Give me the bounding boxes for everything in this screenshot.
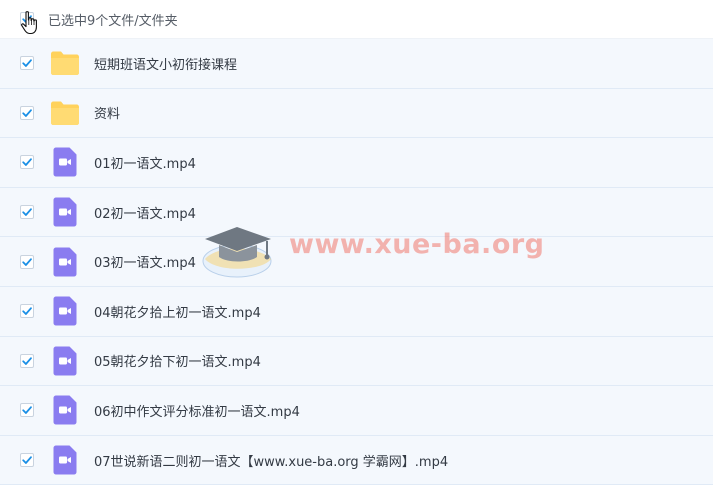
file-checkbox[interactable] bbox=[20, 403, 34, 418]
file-checkbox[interactable] bbox=[20, 254, 34, 269]
checkmark-icon bbox=[22, 456, 32, 464]
file-checkbox[interactable] bbox=[20, 453, 34, 468]
file-name[interactable]: 06初中作文评分标准初一语文.mp4 bbox=[94, 401, 300, 420]
video-file-icon[interactable] bbox=[49, 444, 81, 476]
video-file-icon[interactable] bbox=[49, 196, 81, 228]
file-checkbox[interactable] bbox=[20, 155, 34, 170]
checkmark-icon bbox=[22, 59, 32, 68]
selection-count-label: 已选中9个文件/文件夹 bbox=[48, 13, 178, 29]
file-checkbox[interactable] bbox=[20, 304, 34, 319]
file-name[interactable]: 资料 bbox=[94, 103, 120, 122]
checkmark-icon bbox=[22, 257, 32, 266]
file-row[interactable]: 06初中作文评分标准初一语文.mp4 bbox=[0, 386, 713, 436]
file-name[interactable]: 01初一语文.mp4 bbox=[94, 153, 196, 172]
file-name[interactable]: 02初一语文.mp4 bbox=[94, 203, 196, 222]
checkmark-icon bbox=[22, 406, 32, 415]
folder-icon[interactable] bbox=[49, 47, 81, 79]
file-row[interactable]: 04朝花夕拾上初一语文.mp4 bbox=[0, 286, 713, 337]
checkmark-icon bbox=[22, 158, 32, 167]
file-row[interactable]: 短期班语文小初衔接课程 bbox=[0, 39, 713, 89]
file-checkbox[interactable] bbox=[20, 353, 34, 368]
video-file-icon[interactable] bbox=[49, 394, 81, 426]
file-row[interactable]: 资料 bbox=[0, 88, 713, 139]
file-name[interactable]: 短期班语文小初衔接课程 bbox=[94, 54, 237, 73]
file-name[interactable]: 05朝花夕拾下初一语文.mp4 bbox=[94, 351, 261, 370]
video-file-icon[interactable] bbox=[49, 146, 81, 178]
file-row[interactable]: 03初一语文.mp4 bbox=[0, 237, 713, 287]
file-list-page: 已选中9个文件/文件夹 短期班语文小初衔接课程 资料 01初一语文.mp4 02初一语… bbox=[0, 0, 713, 501]
file-name[interactable]: 07世说新语二则初一语文【www.xue-ba.org 学霸网】.mp4 bbox=[94, 451, 448, 470]
file-row[interactable]: 07世说新语二则初一语文【www.xue-ba.org 学霸网】.mp4 bbox=[0, 435, 713, 486]
checkmark-icon bbox=[22, 357, 32, 365]
file-row[interactable]: 02初一语文.mp4 bbox=[0, 187, 713, 238]
checkmark-icon bbox=[22, 307, 32, 316]
file-checkbox[interactable] bbox=[20, 205, 34, 220]
video-file-icon[interactable] bbox=[49, 345, 81, 377]
video-file-icon[interactable] bbox=[49, 246, 81, 278]
video-file-icon[interactable] bbox=[49, 295, 81, 327]
checkmark-icon bbox=[22, 109, 32, 117]
file-name[interactable]: 04朝花夕拾上初一语文.mp4 bbox=[94, 302, 261, 321]
file-checkbox[interactable] bbox=[20, 56, 34, 71]
selection-header: 已选中9个文件/文件夹 bbox=[0, 0, 713, 39]
file-name[interactable]: 03初一语文.mp4 bbox=[94, 252, 196, 271]
checkmark-icon bbox=[22, 208, 32, 216]
file-checkbox[interactable] bbox=[20, 105, 34, 120]
file-row[interactable]: 01初一语文.mp4 bbox=[0, 138, 713, 188]
file-row[interactable]: 05朝花夕拾下初一语文.mp4 bbox=[0, 336, 713, 387]
file-list: 短期班语文小初衔接课程 资料 01初一语文.mp4 02初一语文.mp4 03初一语文.… bbox=[0, 39, 713, 486]
folder-icon[interactable] bbox=[49, 97, 81, 129]
hand-cursor-icon bbox=[21, 11, 37, 35]
